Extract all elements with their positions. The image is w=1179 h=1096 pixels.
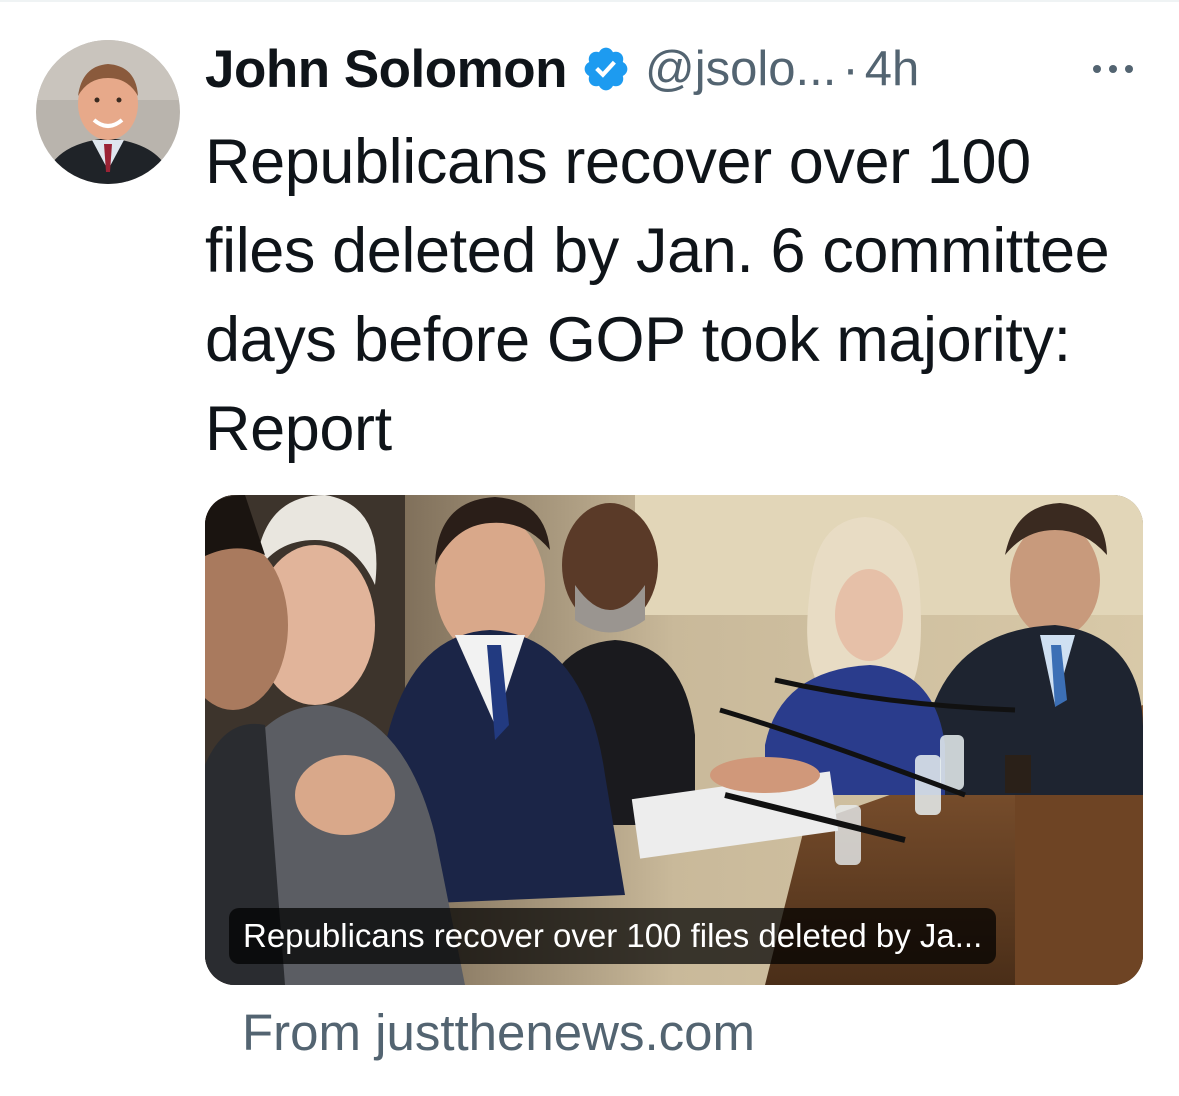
link-source[interactable]: From justthenews.com [242, 1003, 755, 1062]
avatar[interactable] [36, 40, 180, 184]
top-divider [0, 0, 1179, 2]
more-options-icon[interactable] [1083, 44, 1143, 94]
tweet-text: Republicans recover over 100 files delet… [205, 127, 1110, 464]
verified-badge-icon [581, 44, 631, 94]
link-card[interactable]: Republicans recover over 100 files delet… [205, 495, 1143, 985]
tweet-header: John Solomon @jsolo... · 4h [205, 36, 1165, 102]
card-caption: Republicans recover over 100 files delet… [229, 908, 997, 964]
user-handle[interactable]: @jsolo... [645, 41, 836, 97]
separator-dot: · [842, 42, 859, 96]
timestamp[interactable]: 4h [865, 41, 920, 97]
display-name[interactable]: John Solomon [205, 39, 568, 100]
